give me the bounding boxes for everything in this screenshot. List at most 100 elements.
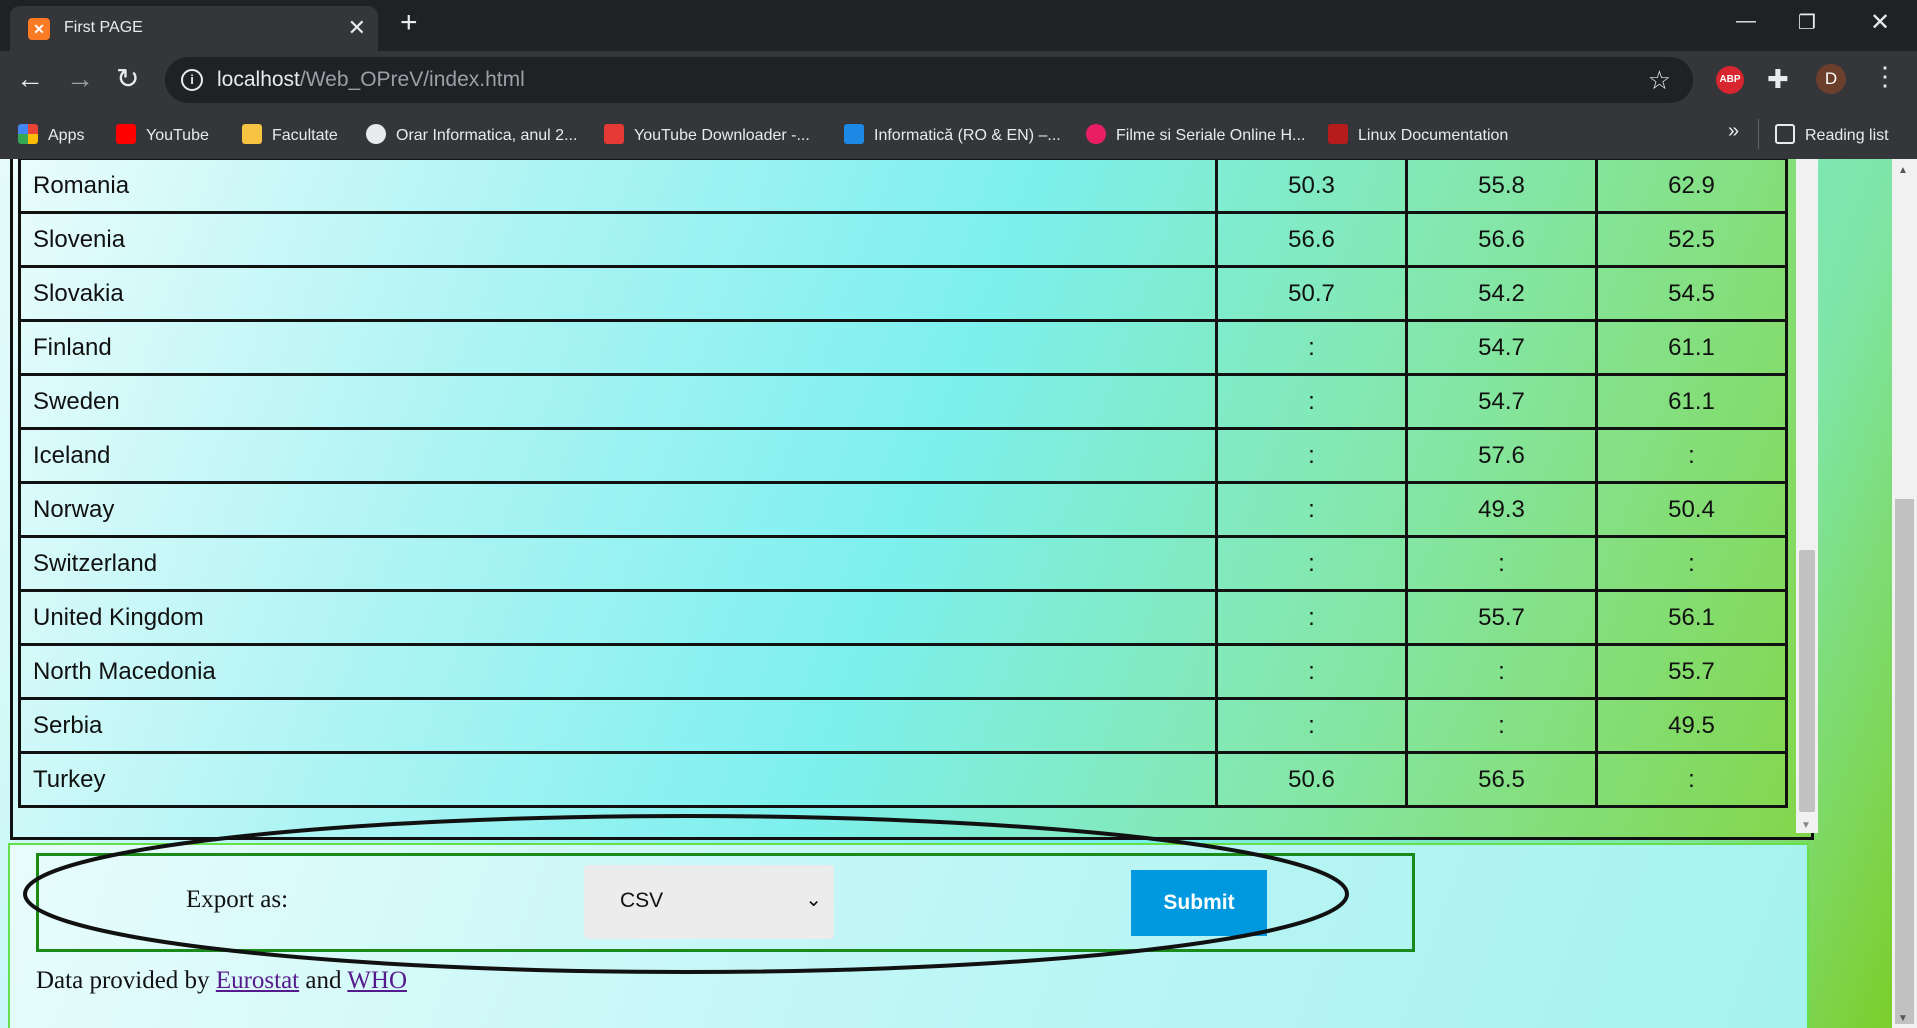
table-scrollbar[interactable]: ▼ — [1796, 159, 1818, 833]
restore-icon[interactable]: ❐ — [1798, 10, 1816, 35]
bookmark-informatica[interactable]: Informatică (RO & EN) –... — [844, 124, 1061, 145]
more-menu-icon[interactable]: ⋮ — [1872, 61, 1898, 92]
table-cell-value: : — [1215, 697, 1408, 754]
table-cell-value: 56.5 — [1405, 751, 1598, 808]
bookmarks-bar: Apps YouTube Facultate Orar Informatica,… — [0, 110, 1917, 160]
reading-list-icon — [1775, 124, 1795, 144]
table-scrollbar-thumb[interactable] — [1799, 550, 1815, 812]
format-select-value: CSV — [620, 889, 664, 912]
bookmark-orar[interactable]: Orar Informatica, anul 2... — [366, 124, 577, 145]
data-credits: Data provided by Eurostat and WHO — [36, 967, 408, 994]
table-cell-value: : — [1215, 643, 1408, 700]
folder-icon — [242, 124, 262, 144]
bookmark-facultate[interactable]: Facultate — [242, 124, 338, 145]
table-row: Finland:54.7 61.1 — [18, 319, 1788, 376]
table-cell-value: 49.3 — [1405, 481, 1598, 538]
table-row: Switzerland::: — [18, 535, 1788, 592]
page-scrollbar-thumb[interactable] — [1895, 499, 1914, 1024]
table-cell-country: North Macedonia — [18, 643, 1218, 700]
format-select[interactable]: CSV ⌄ — [584, 865, 834, 939]
bookmark-filme[interactable]: Filme si Seriale Online H... — [1086, 124, 1305, 145]
scroll-down-arrow-icon[interactable]: ▼ — [1801, 820, 1811, 831]
new-tab-icon[interactable]: + — [400, 8, 418, 38]
table-cell-country: Iceland — [18, 427, 1218, 484]
bookmark-apps[interactable]: Apps — [18, 124, 84, 145]
table-row: Turkey 50.6 56.5: — [18, 751, 1788, 808]
more-bookmarks-icon[interactable]: » — [1728, 120, 1739, 143]
table-cell-country: Turkey — [18, 751, 1218, 808]
table-cell-country: Switzerland — [18, 535, 1218, 592]
table-cell-value: : — [1215, 319, 1408, 376]
table-cell-country: Norway — [18, 481, 1218, 538]
table-cell-value: 49.5 — [1595, 697, 1788, 754]
table-cell-value: 56.6 — [1215, 211, 1408, 268]
table-cell-value: 50.6 — [1215, 751, 1408, 808]
table-cell-country: Serbia — [18, 697, 1218, 754]
linux-doc-icon — [1328, 124, 1348, 144]
omnibox[interactable]: i localhost/Web_OPreV/index.html ☆ — [165, 57, 1693, 103]
browser-chrome: ✕ First PAGE ✕ + — ❐ ✕ ← → ↻ i localhost… — [0, 0, 1917, 160]
tab-strip: ✕ First PAGE ✕ + — ❐ ✕ — [0, 0, 1917, 51]
eurostat-link[interactable]: Eurostat — [216, 967, 299, 994]
page-viewport: Romania 50.3 55.8 62.9 Slovenia 56.6 56.6 52.5 S… — [0, 159, 1917, 1028]
profile-avatar[interactable]: D — [1816, 64, 1846, 94]
table-cell-country: Slovenia — [18, 211, 1218, 268]
table-cell-value: 55.7 — [1405, 589, 1598, 646]
table-cell-value: 55.8 — [1405, 159, 1598, 214]
table-cell-country: Romania — [18, 159, 1218, 214]
table-cell-value: 55.7 — [1595, 643, 1788, 700]
page-scrollbar[interactable]: ▲ ▼ — [1892, 159, 1917, 1028]
table-cell-value: 56.1 — [1595, 589, 1788, 646]
data-table: Romania 50.3 55.8 62.9 Slovenia 56.6 56.6 52.5 S… — [18, 159, 1788, 808]
table-cell-value: : — [1595, 427, 1788, 484]
table-row: Iceland:57.6: — [18, 427, 1788, 484]
globe-icon — [366, 124, 386, 144]
scroll-down-arrow-icon[interactable]: ▼ — [1898, 1013, 1908, 1024]
minimize-icon[interactable]: — — [1736, 10, 1756, 33]
tab-first-page[interactable]: ✕ First PAGE ✕ — [10, 6, 378, 51]
table-row: Slovakia 50.7 54.2 54.5 — [18, 265, 1788, 322]
bookmark-linux-docs[interactable]: Linux Documentation — [1328, 124, 1508, 145]
close-window-icon[interactable]: ✕ — [1870, 8, 1890, 37]
scroll-up-arrow-icon[interactable]: ▲ — [1898, 165, 1908, 176]
table-row: United Kingdom:55.7 56.1 — [18, 589, 1788, 646]
table-container[interactable]: Romania 50.3 55.8 62.9 Slovenia 56.6 56.6 52.5 S… — [10, 159, 1818, 840]
download-icon — [604, 124, 624, 144]
table-cell-value: : — [1215, 427, 1408, 484]
xampp-icon: ✕ — [28, 18, 50, 40]
table-cell-country: United Kingdom — [18, 589, 1218, 646]
bookmark-youtube[interactable]: YouTube — [116, 124, 209, 145]
play-icon — [1086, 124, 1106, 144]
table-cell-country: Sweden — [18, 373, 1218, 430]
who-link[interactable]: WHO — [347, 967, 407, 994]
info-icon[interactable]: i — [181, 69, 203, 91]
export-label: Export as: — [186, 886, 289, 913]
table-cell-value: : — [1215, 589, 1408, 646]
divider — [1758, 119, 1759, 149]
table-row: North Macedonia::55.7 — [18, 643, 1788, 700]
table-cell-value: 50.7 — [1215, 265, 1408, 322]
url-text[interactable]: localhost/Web_OPreV/index.html — [217, 68, 525, 92]
reading-list[interactable]: Reading list — [1775, 124, 1889, 145]
table-row: Romania 50.3 55.8 62.9 — [18, 159, 1788, 214]
chevron-down-icon: ⌄ — [805, 889, 822, 911]
bookmark-youtube-downloader[interactable]: YouTube Downloader -... — [604, 124, 810, 145]
submit-button[interactable]: Submit — [1131, 870, 1267, 936]
extensions-puzzle-icon[interactable]: ✚ — [1767, 64, 1789, 95]
back-icon[interactable]: ← — [16, 65, 44, 93]
forward-icon[interactable]: → — [66, 65, 94, 93]
adblock-plus-icon[interactable]: ABP — [1716, 66, 1744, 94]
table-cell-value: : — [1405, 643, 1598, 700]
reload-icon[interactable]: ↻ — [116, 65, 139, 93]
close-tab-icon[interactable]: ✕ — [348, 15, 366, 41]
youtube-icon — [116, 124, 136, 144]
table-cell-value: 57.6 — [1405, 427, 1598, 484]
apps-grid-icon — [18, 124, 38, 144]
table-cell-value: 54.7 — [1405, 319, 1598, 376]
bookmark-star-icon[interactable]: ☆ — [1648, 65, 1671, 96]
table-cell-country: Finland — [18, 319, 1218, 376]
table-cell-value: 61.1 — [1595, 319, 1788, 376]
table-cell-country: Slovakia — [18, 265, 1218, 322]
table-row: Slovenia 56.6 56.6 52.5 — [18, 211, 1788, 268]
table-cell-value: 52.5 — [1595, 211, 1788, 268]
